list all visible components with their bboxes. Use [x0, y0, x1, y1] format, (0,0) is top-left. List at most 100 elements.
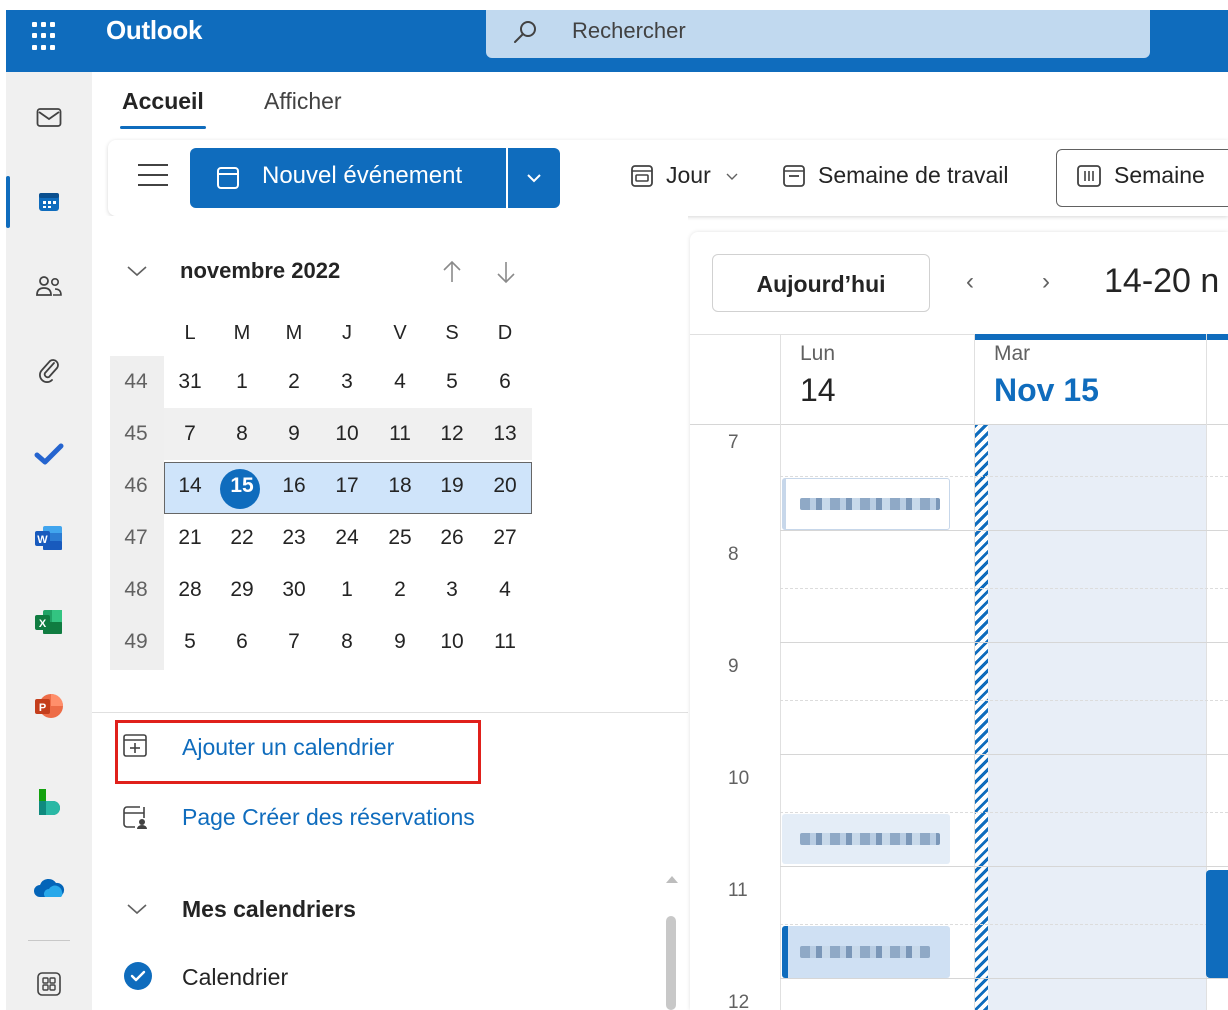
chevron-down-icon[interactable]	[126, 902, 148, 916]
day-view-button[interactable]: Jour	[630, 162, 739, 189]
mini-calendar-day[interactable]: 8	[216, 408, 268, 460]
mini-calendar-day[interactable]: 25	[374, 512, 426, 564]
mini-calendar-day[interactable]: 18	[374, 460, 426, 512]
calendar-event[interactable]	[782, 926, 950, 978]
arrow-down-icon[interactable]	[494, 258, 518, 286]
day-header: J	[342, 322, 352, 344]
calendar-item-label[interactable]: Calendrier	[182, 964, 288, 991]
mini-calendar-day[interactable]: 22	[216, 512, 268, 564]
mini-calendar-day[interactable]: 1	[216, 356, 268, 408]
work-week-label: Semaine de travail	[818, 162, 1009, 188]
powerpoint-icon[interactable]: P	[6, 676, 92, 736]
mini-calendar-day[interactable]: 10	[321, 408, 373, 460]
attachment-icon[interactable]	[6, 340, 92, 400]
app-title[interactable]: Outlook	[106, 15, 202, 46]
collapse-chevron-icon[interactable]	[126, 264, 148, 278]
highlight-annotation	[115, 720, 481, 784]
mini-calendar-day[interactable]: 4	[374, 356, 426, 408]
onedrive-icon[interactable]	[6, 858, 92, 918]
people-icon[interactable]	[6, 256, 92, 316]
hour-label: 11	[728, 880, 748, 901]
svg-text:X: X	[39, 618, 47, 630]
mini-calendar-day[interactable]: 7	[268, 616, 320, 668]
hour-label: 10	[728, 768, 750, 789]
search-input[interactable]: Rechercher	[572, 18, 686, 44]
mini-calendar-day[interactable]: 10	[426, 616, 478, 668]
calendar-checkbox[interactable]	[124, 962, 152, 990]
hour-label: 7	[728, 432, 739, 453]
mini-calendar-day[interactable]: 15	[216, 460, 268, 512]
hamburger-menu-icon[interactable]	[138, 164, 168, 188]
tab-accueil[interactable]: Accueil	[122, 88, 204, 115]
calendar-event[interactable]	[782, 814, 950, 864]
mini-calendar-day[interactable]: 19	[426, 460, 478, 512]
mini-calendar-day[interactable]: 12	[426, 408, 478, 460]
more-apps-icon[interactable]	[6, 954, 92, 1010]
week-view-item[interactable]: Semaine	[1076, 162, 1205, 189]
day-label-tue: Mar	[994, 342, 1031, 365]
mini-calendar-day[interactable]: 20	[479, 460, 531, 512]
todo-icon[interactable]	[6, 424, 92, 484]
calendar-event[interactable]	[782, 478, 950, 530]
mini-calendar-day[interactable]: 23	[268, 512, 320, 564]
mini-calendar-day[interactable]: 24	[321, 512, 373, 564]
mini-calendar-day[interactable]: 5	[426, 356, 478, 408]
mini-calendar-day[interactable]: 13	[479, 408, 531, 460]
mini-calendar-day[interactable]: 9	[374, 616, 426, 668]
mini-calendar-day[interactable]: 7	[164, 408, 216, 460]
week-view-icon	[1077, 164, 1101, 187]
calendar-add-icon	[217, 167, 239, 189]
next-week-icon[interactable]: ›	[1042, 268, 1050, 296]
mini-calendar-day[interactable]: 11	[374, 408, 426, 460]
new-event-dropdown[interactable]	[508, 148, 560, 208]
scroll-up-arrow[interactable]	[666, 876, 678, 883]
bookings-icon[interactable]	[6, 772, 92, 832]
mini-calendar-day[interactable]: 8	[321, 616, 373, 668]
my-calendars-header[interactable]: Mes calendriers	[182, 896, 356, 923]
mini-calendar-day[interactable]: 4	[479, 564, 531, 616]
mini-calendar-day[interactable]: 17	[321, 460, 373, 512]
word-icon[interactable]: W	[6, 508, 92, 568]
mail-icon[interactable]	[6, 88, 92, 148]
mini-calendar-day[interactable]: 5	[164, 616, 216, 668]
mini-calendar-day[interactable]: 9	[268, 408, 320, 460]
excel-icon[interactable]: X	[6, 592, 92, 652]
search-box[interactable]: Rechercher	[486, 10, 1150, 58]
mini-calendar-day[interactable]: 31	[164, 356, 216, 408]
panel-divider	[92, 712, 688, 713]
day-number-tue[interactable]: Nov 15	[994, 372, 1099, 409]
day-number-mon[interactable]: 14	[800, 372, 836, 409]
mini-calendar-day[interactable]: 11	[479, 616, 531, 668]
app-launcher-icon[interactable]	[32, 22, 62, 52]
column-divider	[974, 334, 975, 1010]
mini-calendar-day[interactable]: 2	[374, 564, 426, 616]
today-column[interactable]	[988, 425, 1206, 1010]
mini-calendar-month[interactable]: novembre 2022	[180, 258, 340, 284]
mini-calendar-day[interactable]: 29	[216, 564, 268, 616]
booking-page-link[interactable]: Page Créer des réservations	[182, 804, 475, 831]
previous-week-icon[interactable]: ‹	[966, 268, 974, 296]
today-button[interactable]: Aujourd’hui	[712, 254, 930, 312]
hour-line	[780, 866, 1228, 867]
tab-afficher[interactable]: Afficher	[264, 88, 342, 115]
calendar-icon[interactable]	[6, 172, 92, 232]
scrollbar-thumb[interactable]	[666, 916, 676, 1010]
mini-calendar-day[interactable]: 26	[426, 512, 478, 564]
mini-calendar-day[interactable]: 6	[216, 616, 268, 668]
mini-calendar-day[interactable]: 30	[268, 564, 320, 616]
mini-calendar-day[interactable]: 28	[164, 564, 216, 616]
new-event-button[interactable]: Nouvel événement	[190, 148, 506, 208]
mini-calendar-day[interactable]: 3	[321, 356, 373, 408]
mini-calendar-day[interactable]: 2	[268, 356, 320, 408]
week-number: 47	[124, 526, 148, 549]
mini-calendar-day[interactable]: 21	[164, 512, 216, 564]
mini-calendar-day[interactable]: 16	[268, 460, 320, 512]
mini-calendar-day[interactable]: 6	[479, 356, 531, 408]
arrow-up-icon[interactable]	[440, 258, 464, 286]
calendar-event[interactable]	[1206, 870, 1228, 978]
mini-calendar-day[interactable]: 3	[426, 564, 478, 616]
mini-calendar-day[interactable]: 27	[479, 512, 531, 564]
work-week-button[interactable]: Semaine de travail	[782, 162, 1009, 189]
mini-calendar-day[interactable]: 14	[164, 460, 216, 512]
mini-calendar-day[interactable]: 1	[321, 564, 373, 616]
